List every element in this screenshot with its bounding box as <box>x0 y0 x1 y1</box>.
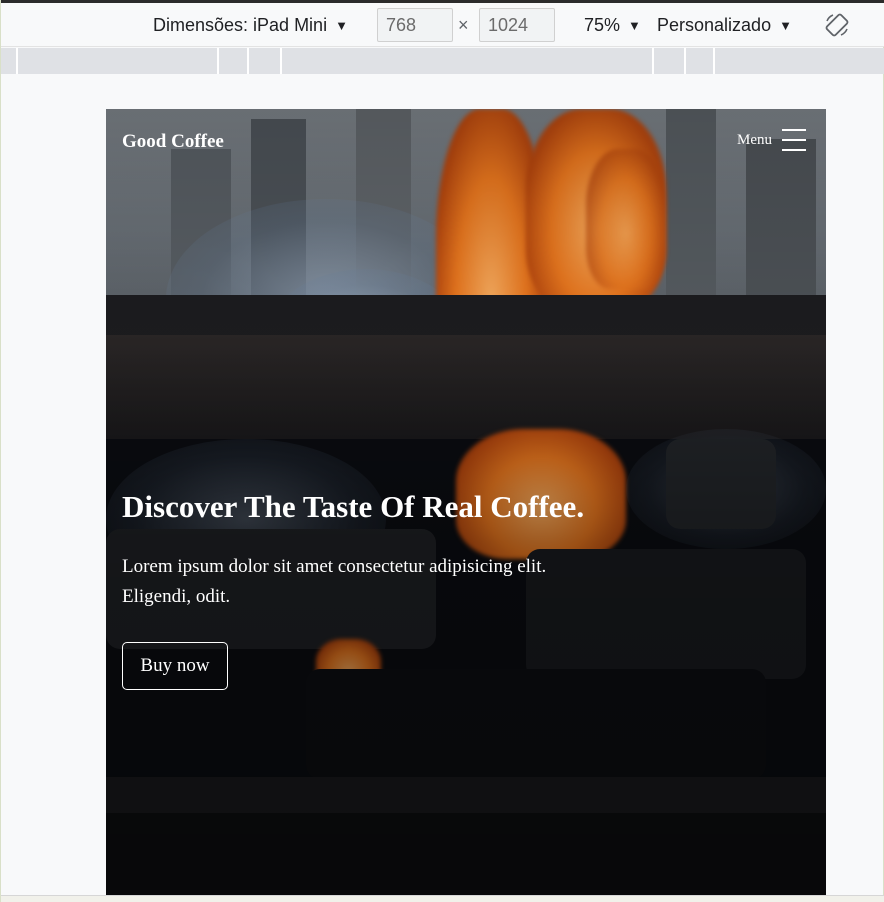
dimensions-dropdown[interactable]: Dimensões: iPad Mini ▼ <box>153 3 348 47</box>
device-viewport: Good Coffee Menu Discover The Taste Of R… <box>106 109 826 895</box>
rotate-icon[interactable] <box>824 12 850 38</box>
site-brand-logo[interactable]: Good Coffee <box>122 131 224 153</box>
throttle-dropdown[interactable]: Personalizado ▼ <box>657 3 792 47</box>
menu-toggle[interactable]: Menu <box>737 129 806 151</box>
window-bottom-strip <box>1 895 884 902</box>
hero-headline: Discover The Taste Of Real Coffee. <box>122 489 585 524</box>
zoom-dropdown[interactable]: 75% ▼ <box>584 3 641 47</box>
media-query-ruler[interactable] <box>1 48 884 74</box>
ruler-segment[interactable] <box>1 48 18 74</box>
buy-now-button[interactable]: Buy now <box>122 642 228 690</box>
hero-lead-text: Lorem ipsum dolor sit amet consectetur a… <box>122 556 547 607</box>
times-symbol: × <box>458 14 469 35</box>
ruler-segment[interactable] <box>654 48 686 74</box>
zoom-label: 75% <box>584 14 621 35</box>
chevron-down-icon: ▼ <box>779 17 792 33</box>
menu-label: Menu <box>737 131 772 148</box>
ruler-segment[interactable] <box>18 48 219 74</box>
ruler-segment[interactable] <box>282 48 654 74</box>
device-toolbar: Dimensões: iPad Mini ▼ 768 × 1024 75% ▼ … <box>1 3 884 47</box>
ruler-segment[interactable] <box>249 48 282 74</box>
height-input[interactable]: 1024 <box>479 8 555 42</box>
hamburger-icon <box>782 129 806 151</box>
width-input[interactable]: 768 <box>377 8 453 42</box>
chevron-down-icon: ▼ <box>335 17 348 33</box>
chevron-down-icon: ▼ <box>628 17 641 33</box>
throttle-label: Personalizado <box>657 14 772 35</box>
ruler-segment[interactable] <box>219 48 249 74</box>
dimensions-label: Dimensões: iPad Mini <box>153 14 328 35</box>
ruler-segment[interactable] <box>686 48 715 74</box>
